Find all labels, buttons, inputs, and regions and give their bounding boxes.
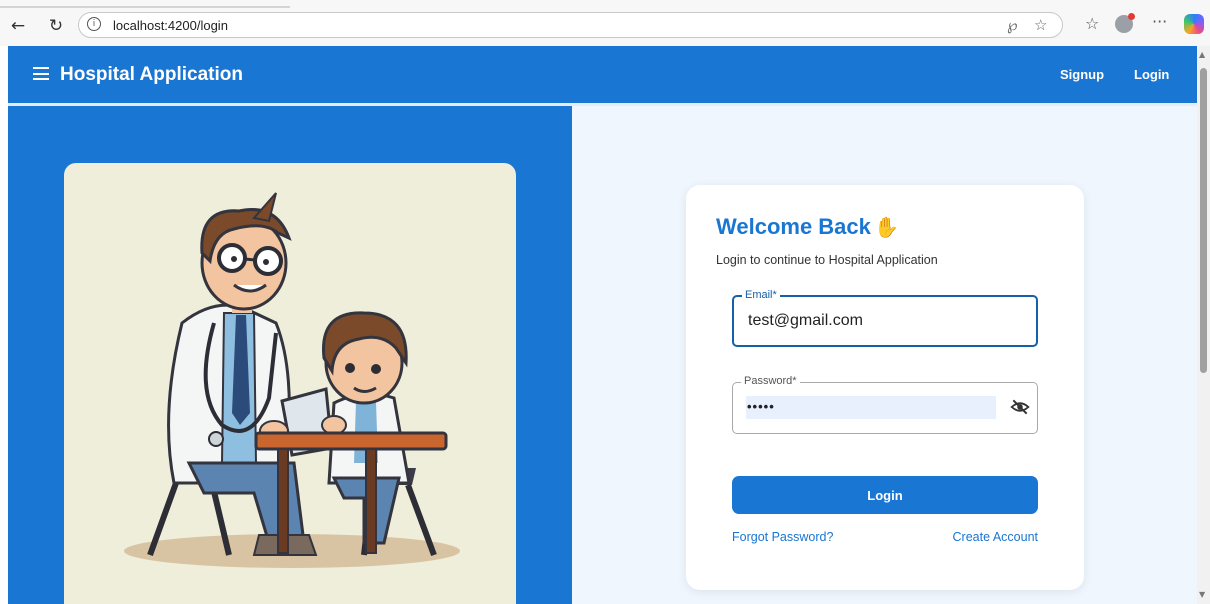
more-icon[interactable]: ···: [1152, 12, 1167, 31]
password-field[interactable]: Password* •••••: [732, 375, 1038, 434]
create-account-link[interactable]: Create Account: [953, 530, 1038, 544]
scroll-up-icon[interactable]: ▲: [1199, 50, 1205, 59]
refresh-icon[interactable]: ↻: [44, 14, 68, 38]
profile-icon[interactable]: [1115, 13, 1135, 33]
app-toolbar: Hospital Application Signup Login: [8, 46, 1197, 103]
notification-dot: [1128, 13, 1135, 20]
address-url[interactable]: localhost:4200/login: [113, 18, 228, 33]
app-title: Hospital Application: [60, 64, 243, 85]
menu-icon[interactable]: [33, 67, 49, 81]
scrollbar-thumb[interactable]: [1200, 68, 1207, 373]
login-panel: Welcome Back ✋ Login to continue to Hosp…: [572, 106, 1197, 604]
illustration-panel: [8, 106, 572, 604]
tab-strip: [0, 6, 290, 8]
read-aloud-icon[interactable]: ℘: [1007, 16, 1017, 34]
login-card: Welcome Back ✋ Login to continue to Hosp…: [686, 185, 1084, 590]
back-arrow-icon[interactable]: ←: [6, 14, 30, 38]
password-autofill-bg: [746, 396, 996, 419]
signup-link[interactable]: Signup: [1060, 67, 1104, 82]
password-input[interactable]: •••••: [747, 399, 775, 414]
email-label: Email*: [742, 289, 780, 302]
login-subtitle: Login to continue to Hospital Applicatio…: [716, 253, 938, 267]
page-scrollbar[interactable]: ▲ ▼: [1197, 46, 1210, 604]
browser-chrome: ← ↻ i localhost:4200/login ℘ ☆ ☆ ···: [0, 0, 1210, 46]
doctor-and-child-illustration: [124, 192, 460, 568]
email-field[interactable]: Email* test@gmail.com: [732, 289, 1038, 347]
copilot-icon[interactable]: [1184, 14, 1204, 34]
login-button[interactable]: Login: [732, 476, 1038, 514]
forgot-password-link[interactable]: Forgot Password?: [732, 530, 833, 544]
favorites-icon[interactable]: ☆: [1085, 14, 1099, 33]
waving-hand-icon: ✋: [874, 215, 899, 239]
favorite-star-icon[interactable]: ☆: [1034, 16, 1047, 34]
info-icon[interactable]: i: [87, 17, 101, 31]
welcome-heading: Welcome Back: [716, 214, 871, 239]
illustration-card: [64, 163, 516, 604]
email-input[interactable]: test@gmail.com: [748, 312, 863, 330]
eye-off-icon[interactable]: [1009, 397, 1031, 417]
scroll-down-icon[interactable]: ▼: [1199, 590, 1205, 599]
login-link[interactable]: Login: [1134, 67, 1169, 82]
address-bar[interactable]: i localhost:4200/login ℘ ☆: [78, 12, 1063, 38]
password-label: Password*: [741, 375, 800, 388]
